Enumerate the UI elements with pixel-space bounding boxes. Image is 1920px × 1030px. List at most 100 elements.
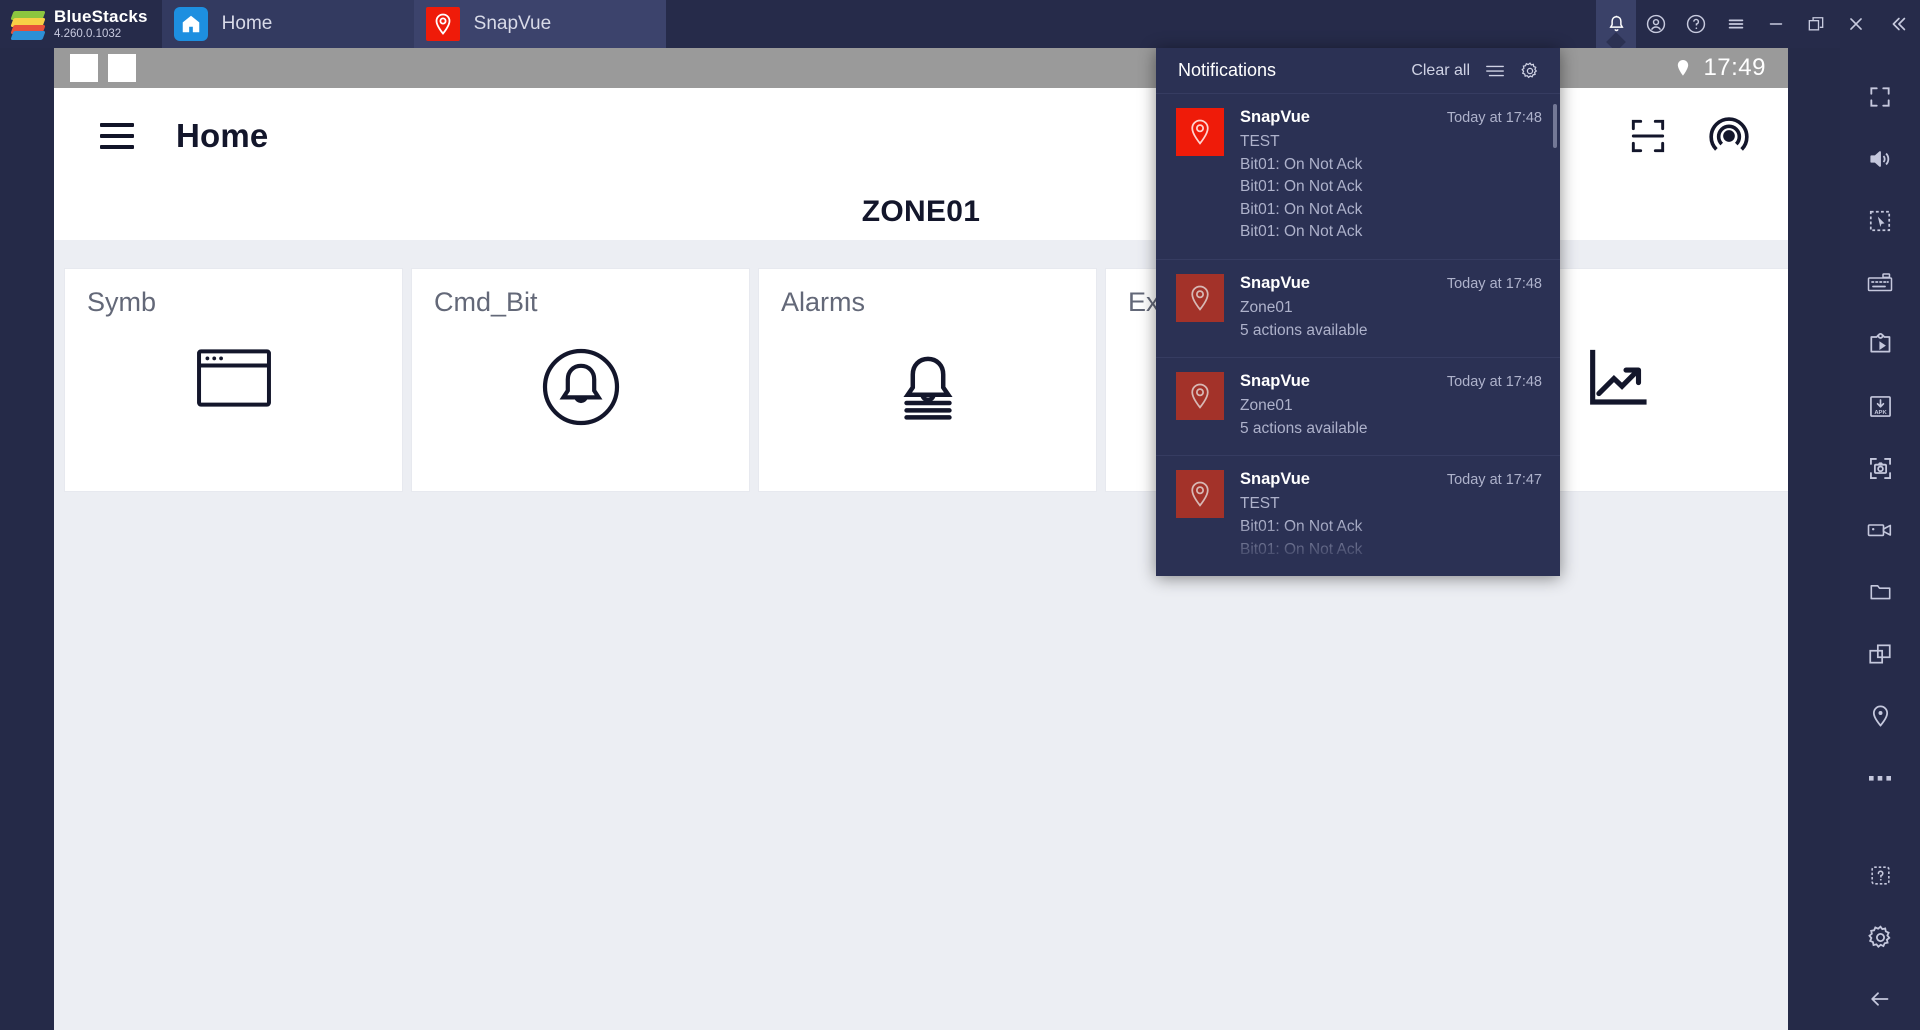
- bluestacks-brand: BlueStacks 4.260.0.1032: [0, 0, 162, 48]
- notification-line: Bit01: On Not Ack: [1240, 223, 1363, 241]
- notification-line: Bit01: On Not Ack: [1240, 540, 1363, 558]
- notification-line: TEST: [1240, 495, 1280, 513]
- snapvue-app-icon: [1176, 108, 1224, 156]
- app-root: BlueStacks 4.260.0.1032 Home SnapVue 17:…: [0, 0, 1920, 1030]
- titlebar-buttons: [1596, 0, 1920, 48]
- page-title: Home: [176, 117, 269, 154]
- notification-body: SnapVue Today at 17:48 Zone01 5 actions …: [1240, 372, 1542, 439]
- help-icon[interactable]: [1840, 844, 1920, 906]
- notification-row-top: SnapVue Today at 17:47: [1240, 470, 1542, 489]
- card-title: Alarms: [781, 287, 866, 317]
- bell-circle-icon: [412, 347, 749, 427]
- bluestacks-version: 4.260.0.1032: [54, 27, 122, 40]
- bluestacks-brand-name: BlueStacks: [54, 7, 148, 27]
- snapvue-app-icon: [1176, 372, 1224, 421]
- broadcast-icon[interactable]: [1706, 113, 1752, 159]
- notification-item[interactable]: SnapVue Today at 17:48 Zone01 5 actions …: [1156, 358, 1560, 457]
- notification-row-top: SnapVue Today at 17:48: [1240, 108, 1542, 127]
- notifications-title: Notifications: [1178, 60, 1277, 80]
- help-button[interactable]: [1676, 0, 1716, 48]
- restore-button[interactable]: [1796, 0, 1836, 48]
- notifications-scrollbar[interactable]: [1553, 104, 1557, 148]
- notification-timestamp: Today at 17:48: [1446, 276, 1542, 293]
- notification-line: Zone01: [1240, 397, 1293, 415]
- menu-button[interactable]: [1716, 0, 1756, 48]
- install-apk-icon[interactable]: APK: [1840, 375, 1920, 437]
- notifications-bell-button[interactable]: [1596, 0, 1636, 48]
- scan-qr-icon[interactable]: [1626, 114, 1670, 158]
- clear-all-button[interactable]: Clear all: [1411, 62, 1470, 80]
- tab-home-label: Home: [221, 13, 273, 34]
- notification-app-name: SnapVue: [1240, 372, 1310, 391]
- tab-snapvue[interactable]: SnapVue: [413, 0, 666, 48]
- notification-line: Bit01: On Not Ack: [1240, 178, 1363, 196]
- notification-app-name: SnapVue: [1240, 470, 1310, 489]
- status-bar-right: 17:49: [1673, 54, 1772, 82]
- media-manager-icon[interactable]: [1840, 314, 1920, 376]
- notification-timestamp: Today at 17:47: [1446, 472, 1542, 489]
- more-icon[interactable]: [1840, 747, 1920, 809]
- close-button[interactable]: [1836, 0, 1876, 48]
- notification-line: Zone01: [1240, 299, 1293, 317]
- notification-body: SnapVue Today at 17:48 TEST Bit01: On No…: [1240, 108, 1542, 243]
- card-title: Cmd_Bit: [434, 287, 538, 317]
- gear-icon[interactable]: [1520, 61, 1540, 81]
- bluestacks-sidebar: APK: [1840, 48, 1920, 1030]
- notification-row-top: SnapVue Today at 17:48: [1240, 274, 1542, 293]
- home-app-icon: [173, 7, 208, 41]
- bell-lines-icon: [759, 347, 1096, 427]
- tab-home[interactable]: Home: [161, 0, 414, 48]
- hamburger-menu-icon[interactable]: [100, 123, 134, 149]
- notification-line: Bit01: On Not Ack: [1240, 200, 1363, 218]
- notification-app-name: SnapVue: [1240, 108, 1310, 126]
- volume-icon[interactable]: [1840, 128, 1920, 190]
- card-symb[interactable]: Symb: [64, 268, 403, 492]
- pointer-select-icon[interactable]: [1840, 190, 1920, 252]
- notifications-header: Notifications Clear all: [1156, 48, 1560, 94]
- notification-item[interactable]: SnapVue Today at 17:47 TEST Bit01: On No…: [1156, 456, 1560, 576]
- notification-item[interactable]: SnapVue Today at 17:48 Zone01 5 actions …: [1156, 260, 1560, 359]
- keyboard-icon[interactable]: [1840, 252, 1920, 314]
- folder-icon[interactable]: [1840, 561, 1920, 623]
- location-pin-icon: [1678, 60, 1689, 76]
- notification-item[interactable]: SnapVue Today at 17:48 TEST Bit01: On No…: [1156, 94, 1560, 261]
- fullscreen-icon[interactable]: [1840, 66, 1920, 128]
- notification-app-name: SnapVue: [1240, 274, 1310, 293]
- multi-instance-icon[interactable]: [1840, 623, 1920, 685]
- notification-line: Bit01: On Not Ack: [1240, 518, 1363, 536]
- notifications-panel: Notifications Clear all SnapVue Today at…: [1156, 48, 1560, 576]
- screenshot-icon[interactable]: [1840, 437, 1920, 499]
- notification-timestamp: Today at 17:48: [1446, 374, 1542, 391]
- status-notification-square-2: [108, 54, 136, 82]
- status-bar-icons: [70, 54, 136, 82]
- collapse-sidebar-button[interactable]: [1876, 0, 1920, 48]
- bluestacks-titlebar: BlueStacks 4.260.0.1032 Home SnapVue: [0, 0, 1920, 48]
- zone-title: ZONE01: [861, 195, 981, 228]
- minimize-button[interactable]: [1756, 0, 1796, 48]
- location-pin-icon[interactable]: [1840, 685, 1920, 747]
- notification-line: Bit01: On Not Ack: [1240, 155, 1363, 173]
- notification-body: SnapVue Today at 17:47 TEST Bit01: On No…: [1240, 470, 1542, 560]
- status-bar-time: 17:49: [1703, 54, 1766, 81]
- notification-row-top: SnapVue Today at 17:48: [1240, 372, 1542, 391]
- notification-list-icon[interactable]: [1484, 63, 1506, 79]
- titlebar-spacer: [666, 0, 1596, 48]
- card-cmd-bit[interactable]: Cmd_Bit: [411, 268, 750, 492]
- tab-snapvue-label: SnapVue: [473, 13, 552, 34]
- notification-line: 5 actions available: [1240, 419, 1368, 437]
- card-title: Symb: [87, 287, 157, 317]
- snapvue-app-icon: [1176, 470, 1224, 519]
- notification-timestamp: Today at 17:48: [1446, 110, 1542, 126]
- bluestacks-logo-icon: [10, 11, 46, 40]
- svg-text:APK: APK: [1874, 410, 1887, 416]
- record-video-icon[interactable]: [1840, 499, 1920, 561]
- notification-line: TEST: [1240, 133, 1280, 150]
- settings-gear-icon[interactable]: [1840, 906, 1920, 968]
- notification-body: SnapVue Today at 17:48 Zone01 5 actions …: [1240, 274, 1542, 341]
- card-alarms[interactable]: Alarms: [758, 268, 1097, 492]
- browser-window-icon: [65, 347, 402, 409]
- snapvue-app-icon: [425, 7, 460, 41]
- notifications-list[interactable]: SnapVue Today at 17:48 TEST Bit01: On No…: [1156, 94, 1560, 576]
- account-button[interactable]: [1636, 0, 1676, 48]
- back-arrow-icon[interactable]: [1840, 968, 1920, 1030]
